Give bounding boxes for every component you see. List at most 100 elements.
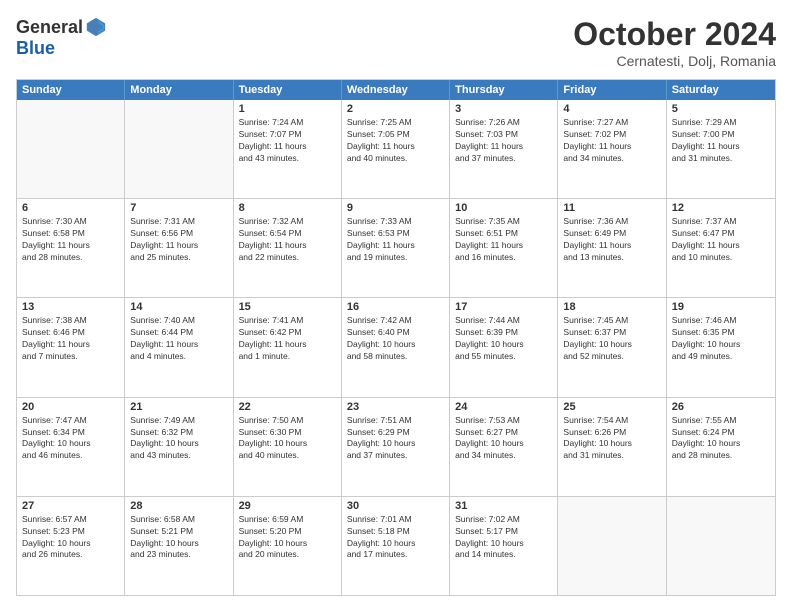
cell-info-line: Daylight: 11 hours xyxy=(455,141,552,153)
day-number: 7 xyxy=(130,202,227,214)
cell-info-line: Daylight: 10 hours xyxy=(672,438,770,450)
cell-info-line: Sunrise: 7:55 AM xyxy=(672,415,770,427)
calendar-row-2: 6Sunrise: 7:30 AMSunset: 6:58 PMDaylight… xyxy=(17,198,775,297)
cell-info-line: Sunset: 6:40 PM xyxy=(347,327,444,339)
cell-info-line: Sunrise: 7:24 AM xyxy=(239,117,336,129)
day-number: 21 xyxy=(130,401,227,413)
cell-info-line: Sunset: 6:24 PM xyxy=(672,427,770,439)
cell-info-line: and 34 minutes. xyxy=(455,450,552,462)
cell-info-line: Sunset: 5:18 PM xyxy=(347,526,444,538)
day-cell-9: 9Sunrise: 7:33 AMSunset: 6:53 PMDaylight… xyxy=(342,199,450,297)
cell-info-line: Daylight: 11 hours xyxy=(672,141,770,153)
cell-info-line: Sunset: 6:27 PM xyxy=(455,427,552,439)
cell-info-line: Sunrise: 7:38 AM xyxy=(22,315,119,327)
day-header-friday: Friday xyxy=(558,80,666,100)
day-header-tuesday: Tuesday xyxy=(234,80,342,100)
day-number: 3 xyxy=(455,103,552,115)
cell-info-line: Sunset: 6:42 PM xyxy=(239,327,336,339)
cell-info-line: Daylight: 11 hours xyxy=(563,240,660,252)
day-number: 11 xyxy=(563,202,660,214)
calendar-row-3: 13Sunrise: 7:38 AMSunset: 6:46 PMDayligh… xyxy=(17,297,775,396)
cell-info-line: and 17 minutes. xyxy=(347,549,444,561)
day-number: 5 xyxy=(672,103,770,115)
cell-info-line: and 25 minutes. xyxy=(130,252,227,264)
cell-info-line: Sunrise: 7:54 AM xyxy=(563,415,660,427)
day-header-sunday: Sunday xyxy=(17,80,125,100)
cell-info-line: Sunset: 6:35 PM xyxy=(672,327,770,339)
day-number: 9 xyxy=(347,202,444,214)
day-header-wednesday: Wednesday xyxy=(342,80,450,100)
cell-info-line: Sunrise: 7:53 AM xyxy=(455,415,552,427)
day-cell-19: 19Sunrise: 7:46 AMSunset: 6:35 PMDayligh… xyxy=(667,298,775,396)
cell-info-line: Sunset: 6:39 PM xyxy=(455,327,552,339)
day-cell-6: 6Sunrise: 7:30 AMSunset: 6:58 PMDaylight… xyxy=(17,199,125,297)
cell-info-line: Sunrise: 7:26 AM xyxy=(455,117,552,129)
cell-info-line: Sunset: 6:32 PM xyxy=(130,427,227,439)
day-cell-8: 8Sunrise: 7:32 AMSunset: 6:54 PMDaylight… xyxy=(234,199,342,297)
cell-info-line: Sunset: 6:51 PM xyxy=(455,228,552,240)
cell-info-line: and 26 minutes. xyxy=(22,549,119,561)
cell-info-line: Daylight: 10 hours xyxy=(347,538,444,550)
day-cell-11: 11Sunrise: 7:36 AMSunset: 6:49 PMDayligh… xyxy=(558,199,666,297)
day-header-saturday: Saturday xyxy=(667,80,775,100)
header: General Blue October 2024 Cernatesti, Do… xyxy=(16,16,776,69)
cell-info-line: and 37 minutes. xyxy=(347,450,444,462)
day-header-thursday: Thursday xyxy=(450,80,558,100)
cell-info-line: Sunrise: 6:59 AM xyxy=(239,514,336,526)
cell-info-line: and 46 minutes. xyxy=(22,450,119,462)
day-number: 6 xyxy=(22,202,119,214)
day-number: 2 xyxy=(347,103,444,115)
day-cell-21: 21Sunrise: 7:49 AMSunset: 6:32 PMDayligh… xyxy=(125,398,233,496)
day-number: 16 xyxy=(347,301,444,313)
logo: General Blue xyxy=(16,16,107,59)
day-cell-7: 7Sunrise: 7:31 AMSunset: 6:56 PMDaylight… xyxy=(125,199,233,297)
cell-info-line: Daylight: 11 hours xyxy=(239,141,336,153)
day-number: 1 xyxy=(239,103,336,115)
cell-info-line: and 52 minutes. xyxy=(563,351,660,363)
cell-info-line: Daylight: 11 hours xyxy=(130,240,227,252)
cell-info-line: Daylight: 11 hours xyxy=(347,240,444,252)
day-cell-22: 22Sunrise: 7:50 AMSunset: 6:30 PMDayligh… xyxy=(234,398,342,496)
cell-info-line: and 4 minutes. xyxy=(130,351,227,363)
cell-info-line: Sunset: 6:26 PM xyxy=(563,427,660,439)
cell-info-line: Sunrise: 7:33 AM xyxy=(347,216,444,228)
logo-blue-text: Blue xyxy=(16,38,55,59)
cell-info-line: Sunset: 7:00 PM xyxy=(672,129,770,141)
empty-cell xyxy=(125,100,233,198)
cell-info-line: and 7 minutes. xyxy=(22,351,119,363)
cell-info-line: Daylight: 10 hours xyxy=(672,339,770,351)
day-number: 15 xyxy=(239,301,336,313)
day-cell-23: 23Sunrise: 7:51 AMSunset: 6:29 PMDayligh… xyxy=(342,398,450,496)
day-cell-28: 28Sunrise: 6:58 AMSunset: 5:21 PMDayligh… xyxy=(125,497,233,595)
cell-info-line: Sunset: 6:58 PM xyxy=(22,228,119,240)
day-number: 17 xyxy=(455,301,552,313)
day-number: 24 xyxy=(455,401,552,413)
day-number: 13 xyxy=(22,301,119,313)
cell-info-line: and 10 minutes. xyxy=(672,252,770,264)
day-number: 23 xyxy=(347,401,444,413)
cell-info-line: Daylight: 11 hours xyxy=(455,240,552,252)
cell-info-line: Sunset: 7:05 PM xyxy=(347,129,444,141)
cell-info-line: Sunrise: 7:25 AM xyxy=(347,117,444,129)
cell-info-line: Sunrise: 7:27 AM xyxy=(563,117,660,129)
day-number: 8 xyxy=(239,202,336,214)
cell-info-line: Sunrise: 7:41 AM xyxy=(239,315,336,327)
cell-info-line: and 20 minutes. xyxy=(239,549,336,561)
day-cell-30: 30Sunrise: 7:01 AMSunset: 5:18 PMDayligh… xyxy=(342,497,450,595)
day-cell-14: 14Sunrise: 7:40 AMSunset: 6:44 PMDayligh… xyxy=(125,298,233,396)
cell-info-line: Daylight: 10 hours xyxy=(455,438,552,450)
day-number: 30 xyxy=(347,500,444,512)
cell-info-line: and 16 minutes. xyxy=(455,252,552,264)
calendar-body: 1Sunrise: 7:24 AMSunset: 7:07 PMDaylight… xyxy=(17,100,775,595)
cell-info-line: and 23 minutes. xyxy=(130,549,227,561)
day-cell-17: 17Sunrise: 7:44 AMSunset: 6:39 PMDayligh… xyxy=(450,298,558,396)
cell-info-line: and 13 minutes. xyxy=(563,252,660,264)
cell-info-line: Sunrise: 7:50 AM xyxy=(239,415,336,427)
cell-info-line: Daylight: 10 hours xyxy=(130,438,227,450)
day-number: 31 xyxy=(455,500,552,512)
cell-info-line: and 58 minutes. xyxy=(347,351,444,363)
cell-info-line: Sunrise: 7:42 AM xyxy=(347,315,444,327)
day-cell-1: 1Sunrise: 7:24 AMSunset: 7:07 PMDaylight… xyxy=(234,100,342,198)
cell-info-line: Sunset: 5:17 PM xyxy=(455,526,552,538)
cell-info-line: Daylight: 11 hours xyxy=(239,240,336,252)
